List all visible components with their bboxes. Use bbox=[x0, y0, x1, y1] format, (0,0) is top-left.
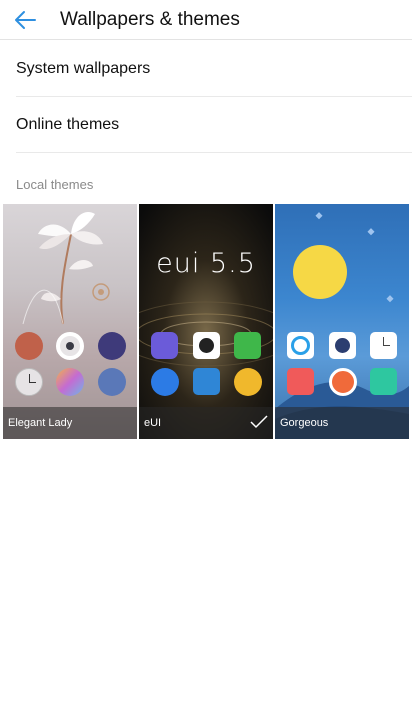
theme-name: eUI bbox=[144, 417, 162, 429]
online-themes-item[interactable]: Online themes bbox=[16, 97, 412, 153]
theme-caption-eui: eUI bbox=[139, 407, 273, 439]
app-icon-camera bbox=[56, 332, 84, 360]
checkmark-icon bbox=[250, 415, 268, 429]
app-icon-gallery bbox=[329, 368, 357, 396]
app-icon-clock bbox=[15, 368, 43, 396]
page-title: Wallpapers & themes bbox=[60, 9, 240, 30]
top-bar: Wallpapers & themes bbox=[0, 0, 412, 40]
theme-caption-gorgeous: Gorgeous bbox=[275, 407, 409, 439]
eui-brand-text: eui 5.5 bbox=[156, 248, 256, 279]
back-arrow-icon bbox=[15, 11, 36, 29]
app-icon-mail bbox=[193, 368, 220, 395]
theme-name: Gorgeous bbox=[280, 417, 329, 429]
app-icon-message bbox=[234, 332, 261, 359]
system-wallpapers-item[interactable]: System wallpapers bbox=[16, 41, 412, 97]
app-icon-gallery bbox=[56, 368, 84, 396]
app-icon-compass bbox=[98, 368, 126, 396]
app-icon-butterfly bbox=[98, 332, 126, 360]
app-icon-clock bbox=[370, 332, 397, 359]
online-themes-label: Online themes bbox=[16, 115, 120, 133]
theme-card-gorgeous[interactable]: Gorgeous bbox=[275, 204, 409, 439]
theme-card-eui[interactable]: eui 5.5 eUI bbox=[139, 204, 273, 439]
ripple-wallpaper-illustration bbox=[139, 204, 273, 439]
theme-caption-elegant-lady: Elegant Lady bbox=[3, 407, 137, 439]
system-wallpapers-label: System wallpapers bbox=[16, 59, 151, 77]
app-icon-music bbox=[287, 368, 314, 395]
sun-wallpaper-illustration bbox=[275, 212, 409, 439]
app-icon-camera bbox=[329, 332, 356, 359]
app-icon-hexagon bbox=[151, 332, 178, 359]
app-icon-notes bbox=[234, 368, 262, 396]
app-icon-lady bbox=[15, 332, 43, 360]
app-icon-phone bbox=[151, 368, 179, 396]
theme-name: Elegant Lady bbox=[8, 417, 73, 429]
back-button[interactable] bbox=[10, 6, 40, 34]
app-icon-browser bbox=[287, 332, 314, 359]
flower-wallpaper-illustration bbox=[22, 212, 110, 325]
theme-card-elegant-lady[interactable]: Elegant Lady bbox=[3, 204, 137, 439]
local-themes-section-title: Local themes bbox=[16, 177, 94, 192]
app-icon-chat bbox=[370, 368, 397, 395]
app-icon-camera bbox=[193, 332, 220, 359]
